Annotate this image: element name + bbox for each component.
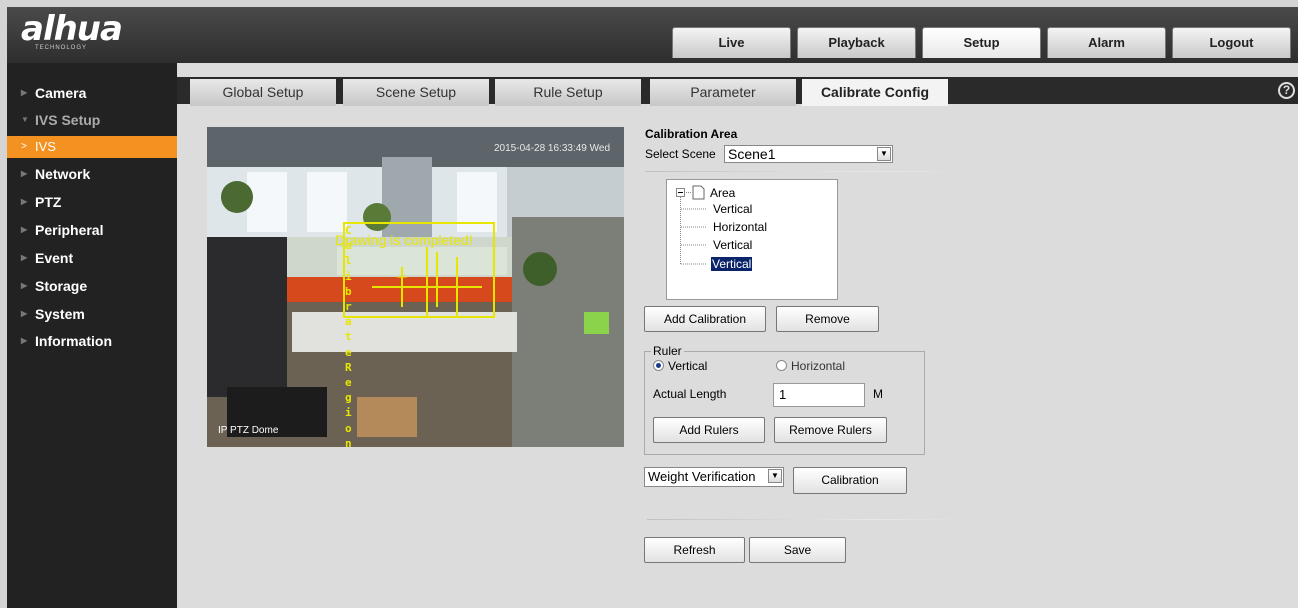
dropdown-arrow-icon: ▼ bbox=[768, 469, 782, 483]
sidebar-item-peripheral[interactable]: ▶ Peripheral bbox=[7, 217, 177, 243]
sidebar-item-label: Network bbox=[35, 166, 91, 182]
nav-tab-setup[interactable]: Setup bbox=[922, 27, 1041, 58]
main-content: Global Setup Scene Setup Rule Setup Para… bbox=[177, 63, 1298, 608]
sidebar-item-storage[interactable]: ▶ Storage bbox=[7, 273, 177, 299]
sidebar-item-label: Storage bbox=[35, 278, 88, 294]
sidebar-item-system[interactable]: ▶ System bbox=[7, 301, 177, 327]
chevron-right-icon: ▶ bbox=[21, 225, 28, 234]
ruler-legend: Ruler bbox=[651, 344, 684, 358]
verification-mode-value: Weight Verification bbox=[648, 469, 756, 484]
actual-length-label: Actual Length bbox=[653, 387, 727, 401]
add-calibration-button[interactable]: Add Calibration bbox=[644, 306, 766, 332]
sidebar-item-ivs-setup[interactable]: ▼ IVS Setup bbox=[7, 107, 177, 133]
scene-select-value: Scene1 bbox=[728, 146, 776, 162]
sidebar-item-ptz[interactable]: ▶ PTZ bbox=[7, 189, 177, 215]
video-scene-graphic bbox=[207, 127, 624, 447]
sidebar-item-camera[interactable]: ▶ Camera bbox=[7, 80, 177, 106]
nav-tab-playback[interactable]: Playback bbox=[797, 27, 916, 58]
calibration-button[interactable]: Calibration bbox=[793, 467, 907, 494]
video-timestamp: 2015-04-28 16:33:49 Wed bbox=[494, 143, 611, 154]
sidebar-item-label: Event bbox=[35, 250, 74, 266]
remove-rulers-button[interactable]: Remove Rulers bbox=[774, 417, 887, 443]
sidebar-item-label: Peripheral bbox=[35, 222, 104, 238]
help-icon[interactable]: ? bbox=[1278, 82, 1295, 99]
actual-length-input[interactable]: 1 bbox=[773, 383, 865, 407]
refresh-button[interactable]: Refresh bbox=[644, 537, 745, 563]
ruler-horizontal-radio[interactable] bbox=[776, 360, 787, 371]
chevron-right-icon: ▶ bbox=[21, 88, 28, 97]
chevron-right-icon: ▶ bbox=[21, 169, 28, 178]
verification-mode-select[interactable]: Weight Verification ▼ bbox=[644, 467, 784, 487]
ruler-vertical-radio[interactable] bbox=[653, 360, 664, 371]
ruler-vertical-label: Vertical bbox=[668, 359, 708, 373]
chevron-right-icon: ▶ bbox=[21, 197, 28, 206]
sidebar-item-label: IVS Setup bbox=[35, 112, 101, 128]
tree-node-vertical-selected[interactable]: Vertical bbox=[711, 257, 753, 271]
add-rulers-button[interactable]: Add Rulers bbox=[653, 417, 765, 443]
tab-calibrate-config[interactable]: Calibrate Config bbox=[802, 79, 948, 106]
brand-logo: alhua bbox=[21, 9, 123, 49]
ruler-group: Ruler Vertical Horizontal Actual Length … bbox=[644, 344, 925, 455]
chevron-right-icon: ▶ bbox=[21, 253, 28, 262]
chevron-right-icon: > bbox=[21, 141, 27, 152]
length-unit-label: M bbox=[873, 387, 883, 401]
remove-calibration-button[interactable]: Remove bbox=[776, 306, 879, 332]
calibration-tree[interactable]: Area Vertical Horizontal Vertical Vertic… bbox=[666, 179, 838, 300]
tab-parameter[interactable]: Parameter bbox=[650, 79, 796, 106]
chevron-right-icon: ▶ bbox=[21, 336, 28, 345]
chevron-down-icon: ▼ bbox=[21, 115, 29, 124]
sidebar-item-event[interactable]: ▶ Event bbox=[7, 245, 177, 271]
nav-tab-alarm[interactable]: Alarm bbox=[1047, 27, 1166, 58]
tab-global-setup[interactable]: Global Setup bbox=[190, 79, 336, 106]
select-scene-label: Select Scene bbox=[645, 147, 716, 161]
tab-scene-setup[interactable]: Scene Setup bbox=[343, 79, 489, 106]
nav-tab-logout[interactable]: Logout bbox=[1172, 27, 1291, 58]
drawing-status-message: Drawing is completed! bbox=[335, 232, 473, 248]
chevron-right-icon: ▶ bbox=[21, 281, 28, 290]
calibration-area-title: Calibration Area bbox=[645, 127, 738, 141]
sidebar-item-information[interactable]: ▶ Information bbox=[7, 328, 177, 354]
calibrate-region-label: Calibrate Region bbox=[345, 224, 352, 447]
tab-rule-setup[interactable]: Rule Setup bbox=[495, 79, 641, 106]
sidebar-item-label: Camera bbox=[35, 85, 87, 101]
tree-node-area[interactable]: Area bbox=[710, 186, 735, 200]
video-preview[interactable]: 2015-04-28 16:33:49 Wed Drawing is compl… bbox=[207, 127, 624, 447]
sidebar-item-label: System bbox=[35, 306, 85, 322]
chevron-right-icon: ▶ bbox=[21, 309, 28, 318]
ruler-horizontal-label: Horizontal bbox=[791, 359, 846, 373]
sidebar-item-label: Information bbox=[35, 333, 112, 349]
divider bbox=[645, 171, 965, 172]
brand-logo-subtitle: TECHNOLOGY bbox=[35, 45, 88, 51]
tree-node-horizontal[interactable]: Horizontal bbox=[713, 220, 767, 234]
sidebar-item-label: PTZ bbox=[35, 194, 62, 210]
sidebar-item-ivs[interactable]: > IVS bbox=[7, 136, 177, 158]
sidebar-item-label: IVS bbox=[35, 139, 56, 154]
save-button[interactable]: Save bbox=[749, 537, 846, 563]
sidebar: ▶ Camera ▼ IVS Setup > IVS ▶ Network ▶ P… bbox=[7, 63, 177, 608]
scene-select[interactable]: Scene1 ▼ bbox=[724, 145, 893, 163]
camera-label: IP PTZ Dome bbox=[218, 425, 279, 436]
tree-node-vertical[interactable]: Vertical bbox=[713, 238, 752, 252]
dropdown-arrow-icon: ▼ bbox=[877, 147, 891, 161]
divider bbox=[647, 519, 967, 520]
nav-tab-live[interactable]: Live bbox=[672, 27, 791, 58]
tree-lines-graphic bbox=[676, 185, 707, 265]
sidebar-item-network[interactable]: ▶ Network bbox=[7, 161, 177, 187]
tree-node-vertical[interactable]: Vertical bbox=[713, 202, 752, 216]
